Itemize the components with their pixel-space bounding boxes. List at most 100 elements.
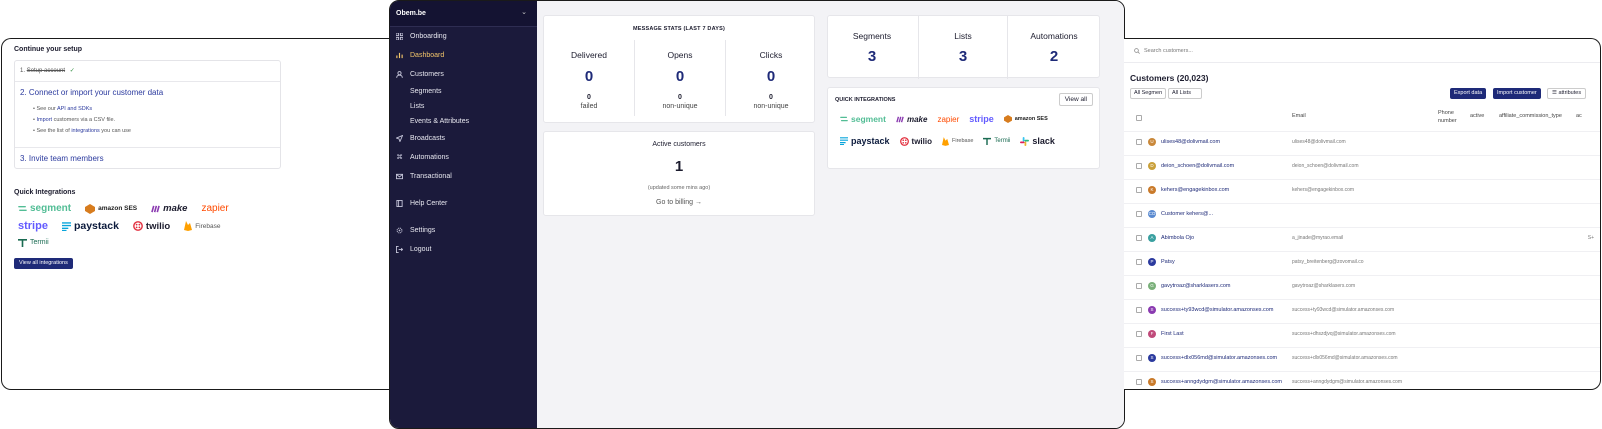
zapier-logo[interactable]: zapier xyxy=(201,203,228,214)
active-customers-note: (updated some mins ago) xyxy=(647,185,711,191)
customer-name[interactable]: Patsy xyxy=(1161,259,1175,265)
customer-name[interactable]: ulises48@dolivmail.com xyxy=(1161,139,1220,145)
zapier-label: zapier xyxy=(937,114,960,124)
customer-search[interactable]: Search customers... xyxy=(1134,48,1193,54)
count-segments[interactable]: Segments 3 xyxy=(828,16,916,79)
paystack-icon xyxy=(61,221,71,231)
step-connect-data[interactable]: 2. Connect or import your customer data xyxy=(20,88,163,97)
stat-sub-value: 0 xyxy=(678,94,682,101)
stripe-logo[interactable]: stripe xyxy=(969,114,994,124)
sidebar-subitem-segments[interactable]: Segments xyxy=(410,88,442,95)
row-checkbox[interactable] xyxy=(1136,379,1142,385)
firebase-logo[interactable]: Firebase xyxy=(184,221,221,231)
stripe-logo[interactable]: stripe xyxy=(18,220,48,232)
row-checkbox[interactable] xyxy=(1136,187,1142,193)
customer-name[interactable]: success+anngdydgm@simulator.amazonses.co… xyxy=(1161,379,1282,385)
sidebar-item-label: Logout xyxy=(410,246,432,253)
import-customer-button[interactable]: Import customer xyxy=(1493,88,1541,99)
select-all-checkbox[interactable] xyxy=(1136,115,1142,121)
twilio-logo[interactable]: twilio xyxy=(899,137,932,146)
customer-name[interactable]: kehers@engagekinbox.com xyxy=(1161,187,1229,193)
view-all-integrations-button[interactable]: View all integrations xyxy=(14,258,73,269)
paystack-logo[interactable]: paystack xyxy=(840,136,890,146)
count-automations[interactable]: Automations 2 xyxy=(1010,16,1098,79)
attributes-button[interactable]: ☰ attributes xyxy=(1547,88,1587,99)
customer-name[interactable]: success+ty93wcd@simulator.amazonses.com xyxy=(1161,307,1273,313)
avatar: U xyxy=(1148,138,1156,146)
sidebar-item-label: Automations xyxy=(410,154,449,161)
amazon-ses-logo[interactable]: amazon SES xyxy=(1003,115,1048,123)
termii-logo[interactable]: Termii xyxy=(18,238,49,247)
sidebar-item-broadcasts[interactable]: Broadcasts xyxy=(395,134,445,143)
customer-name[interactable]: Abimbola Ojo xyxy=(1161,235,1194,241)
row-checkbox[interactable] xyxy=(1136,283,1142,289)
slack-logo[interactable]: slack xyxy=(1020,136,1055,146)
api-sdk-link[interactable]: API and SDKs xyxy=(57,106,92,112)
row-checkbox[interactable] xyxy=(1136,163,1142,169)
customer-name[interactable]: First Last xyxy=(1161,331,1184,337)
instruction-text: customers via a CSV file. xyxy=(53,117,116,123)
sidebar-item-onboarding[interactable]: Onboarding xyxy=(395,32,447,41)
sidebar-item-label: Dashboard xyxy=(410,52,445,59)
sidebar-item-logout[interactable]: Logout xyxy=(396,246,431,253)
sidebar-item-automations[interactable]: ⌘ Automations xyxy=(396,154,449,161)
gear-icon xyxy=(396,227,403,234)
customers-panel: Search customers... Customers (20,023) A… xyxy=(1124,38,1601,390)
search-icon xyxy=(1134,48,1140,54)
count-lists[interactable]: Lists 3 xyxy=(919,16,1007,79)
customer-name[interactable]: success+dlx056md@simulator.amazonses.com xyxy=(1161,355,1277,361)
customer-name[interactable]: Customer kehers@... xyxy=(1161,211,1213,217)
customer-name[interactable]: gavytroaz@sharklasers.com xyxy=(1161,283,1230,289)
row-checkbox[interactable] xyxy=(1136,235,1142,241)
row-checkbox[interactable] xyxy=(1136,307,1142,313)
amazon-ses-logo[interactable]: amazon SES xyxy=(85,203,137,214)
twilio-logo[interactable]: twilio xyxy=(133,221,170,232)
customer-name[interactable]: deion_schoen@dolivmail.com xyxy=(1161,163,1234,169)
sidebar-subitem-lists[interactable]: Lists xyxy=(410,103,424,110)
customer-email: success+anngdydgm@simulator.amazonses.co… xyxy=(1292,379,1402,385)
make-logo[interactable]: make xyxy=(151,203,187,214)
export-data-button[interactable]: Export data xyxy=(1450,88,1487,99)
go-to-billing-link[interactable]: Go to billing → xyxy=(544,199,814,206)
integrations-link[interactable]: integrations xyxy=(71,128,99,134)
segment-logo[interactable]: segment xyxy=(18,203,71,214)
row-checkbox[interactable] xyxy=(1136,139,1142,145)
column-header-affiliate: affiliate_commission_type xyxy=(1499,113,1562,119)
setup-checklist: 1. Setup account ✓ 2. Connect or import … xyxy=(14,60,281,169)
sidebar-item-settings[interactable]: Settings xyxy=(396,227,435,234)
row-checkbox[interactable] xyxy=(1136,211,1142,217)
sidebar-item-dashboard[interactable]: Dashboard xyxy=(396,52,444,59)
sidebar-item-help-center[interactable]: Help Center xyxy=(396,200,447,207)
row-checkbox[interactable] xyxy=(1136,259,1142,265)
bar-chart-icon xyxy=(396,52,403,59)
paystack-logo[interactable]: paystack xyxy=(61,220,119,232)
workspace-switcher[interactable]: Obem.be ⌄ xyxy=(390,1,537,27)
sidebar-subitem-events[interactable]: Events & Attributes xyxy=(410,118,469,125)
column-header-more: ac xyxy=(1576,113,1582,119)
zapier-logo[interactable]: zapier xyxy=(937,115,959,124)
integration-logos: segment amazon SES make zapier stripe pa… xyxy=(18,203,258,247)
column-header-phone: Phone number xyxy=(1438,110,1457,124)
zapier-label: zapier xyxy=(201,203,229,214)
customer-email: patsy_breitenberg@zovomail.co xyxy=(1292,259,1364,265)
row-checkbox[interactable] xyxy=(1136,331,1142,337)
step-invite-team[interactable]: 3. Invite team members xyxy=(20,154,104,163)
sidebar-item-transactional[interactable]: Transactional xyxy=(396,173,452,180)
divider xyxy=(1124,323,1600,324)
firebase-logo[interactable]: Firebase xyxy=(941,136,973,146)
sidebar-item-customers[interactable]: Customers xyxy=(396,71,444,78)
segment-filter-dropdown[interactable]: All Segmen xyxy=(1130,88,1167,99)
step-setup-account[interactable]: 1. Setup account ✓ xyxy=(20,67,75,74)
segment-logo[interactable]: segment xyxy=(840,114,886,124)
make-logo[interactable]: make xyxy=(896,115,927,124)
make-icon xyxy=(896,116,904,122)
customer-email: ulises48@dolivmail.com xyxy=(1292,139,1346,145)
termii-logo[interactable]: Termii xyxy=(983,137,1010,145)
count-value: 2 xyxy=(1049,48,1059,65)
row-checkbox[interactable] xyxy=(1136,355,1142,361)
count-label: Segments xyxy=(852,31,892,41)
view-all-button[interactable]: View all xyxy=(1058,93,1093,106)
import-link[interactable]: Import xyxy=(36,117,52,123)
avatar: A xyxy=(1148,234,1156,242)
lists-filter-dropdown[interactable]: All Lists xyxy=(1168,88,1202,99)
